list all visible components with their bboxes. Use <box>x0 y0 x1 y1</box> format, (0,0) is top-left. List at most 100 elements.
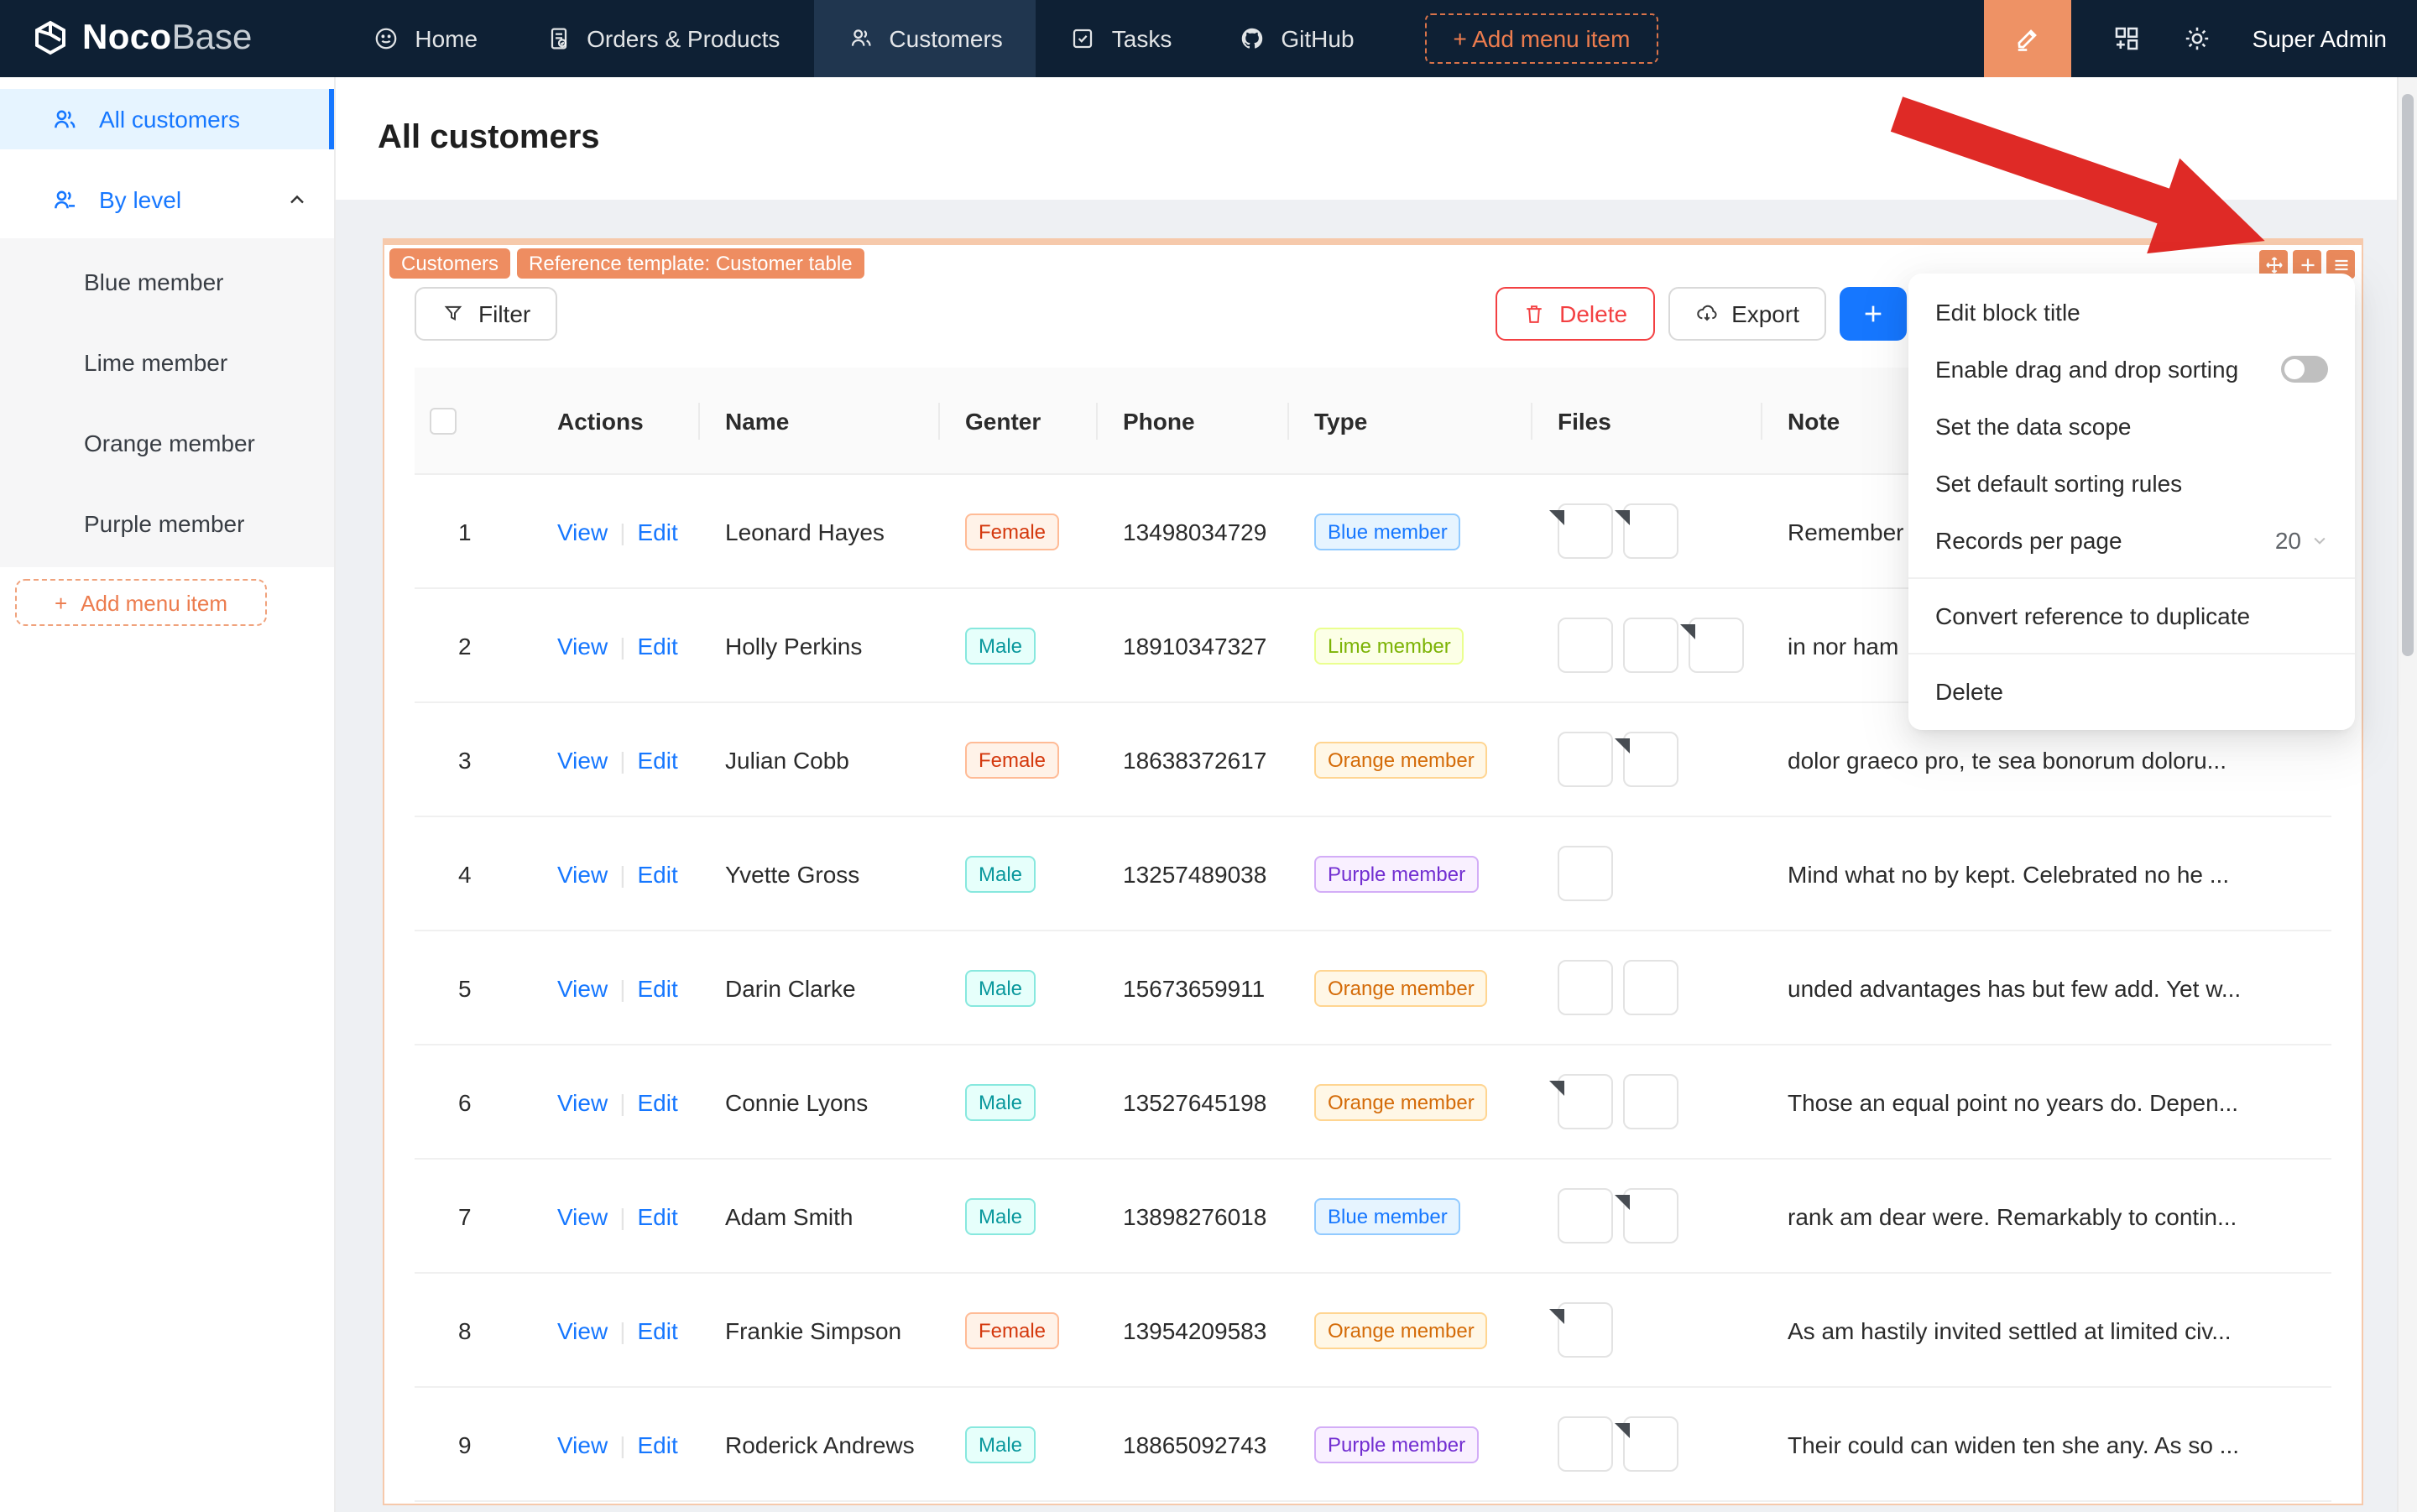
row-index: 6 <box>458 1088 472 1115</box>
pdf-file-icon[interactable] <box>1549 1302 1613 1358</box>
edit-link[interactable]: Edit <box>637 632 677 659</box>
menu-item-set-default-sorting-rules[interactable]: Set default sorting rules <box>1908 455 2355 512</box>
edit-link[interactable]: Edit <box>637 746 677 773</box>
edit-link[interactable]: Edit <box>637 1431 677 1457</box>
top-navbar: NocoBase Home Orders & Products Customers T… <box>0 0 2417 77</box>
image-thumbnail[interactable] <box>1623 1074 1678 1129</box>
tasks-icon <box>1070 25 1097 52</box>
edit-link[interactable]: Edit <box>637 518 677 545</box>
select-all-checkbox[interactable] <box>430 407 457 434</box>
view-link[interactable]: View <box>557 860 608 887</box>
image-thumbnail[interactable] <box>1558 618 1613 673</box>
view-link[interactable]: View <box>557 632 608 659</box>
image-thumbnail[interactable] <box>1623 618 1678 673</box>
menu-item-delete[interactable]: Delete <box>1908 663 2355 720</box>
pdf-file-icon[interactable] <box>1549 1074 1613 1129</box>
nav-item-label: Tasks <box>1111 25 1172 52</box>
export-label: Export <box>1731 300 1799 327</box>
name-cell: Leonard Hayes <box>725 518 885 545</box>
block-designer-labels: Customers Reference template: Customer t… <box>389 248 864 279</box>
doc-file-icon[interactable]: DOC <box>1615 503 1678 559</box>
header-type: Type <box>1287 368 1531 473</box>
pdf-file-icon[interactable] <box>1615 732 1678 787</box>
image-thumbnail[interactable] <box>1558 1188 1613 1243</box>
scrollbar-thumb[interactable] <box>2402 94 2414 656</box>
nav-item-tasks[interactable]: Tasks <box>1036 0 1206 77</box>
image-thumbnail[interactable] <box>1623 960 1678 1015</box>
note-cell: Mind what no by kept. Celebrated no he .… <box>1788 860 2230 887</box>
menu-item-enable-drag-and-drop-sorting[interactable]: Enable drag and drop sorting <box>1908 341 2355 398</box>
type-tag: Blue member <box>1314 1197 1461 1234</box>
drag-sort-toggle[interactable] <box>2281 356 2328 383</box>
actions-cell: View | Edit <box>530 1202 698 1229</box>
doc-file-icon[interactable]: DOC <box>1680 618 1744 673</box>
template-label: Reference template: Customer table <box>517 248 864 279</box>
view-link[interactable]: View <box>557 1202 608 1229</box>
sidebar-item-by-level[interactable]: By level <box>0 169 334 230</box>
edit-link[interactable]: Edit <box>637 860 677 887</box>
sidebar-item-purple-member[interactable]: Purple member <box>0 483 334 564</box>
ui-editor-button[interactable] <box>1983 0 2071 77</box>
sidebar-item-orange-member[interactable]: Orange member <box>0 403 334 483</box>
sidebar-item-blue-member[interactable]: Blue member <box>0 242 334 322</box>
settings-button[interactable] <box>2182 23 2212 54</box>
nav-item-orders-products[interactable]: Orders & Products <box>511 0 813 77</box>
type-tag: Orange member <box>1314 741 1488 778</box>
chevron-up-icon[interactable] <box>287 190 307 210</box>
nav-add-label: + Add menu item <box>1453 25 1631 52</box>
phone-cell: 13954209583 <box>1123 1316 1267 1343</box>
nav-item-github[interactable]: GitHub <box>1205 0 1387 77</box>
delete-button[interactable]: Delete <box>1496 287 1655 341</box>
phone-cell: 13527645198 <box>1123 1088 1267 1115</box>
plugin-manager-button[interactable] <box>2112 23 2142 54</box>
menu-item-set-the-data-scope[interactable]: Set the data scope <box>1908 398 2355 455</box>
nav-item-home[interactable]: Home <box>339 0 511 77</box>
image-thumbnail[interactable] <box>1558 960 1613 1015</box>
sidebar-item-lime-member[interactable]: Lime member <box>0 322 334 403</box>
app-window: NocoBase Home Orders & Products Customers T… <box>0 0 2417 1512</box>
cloud-download-icon <box>1694 302 1718 326</box>
image-thumbnail[interactable] <box>1558 1416 1613 1472</box>
plus-icon: + <box>54 590 68 615</box>
menu-item-label: Enable drag and drop sorting <box>1935 356 2239 383</box>
edit-link[interactable]: Edit <box>637 1316 677 1343</box>
view-link[interactable]: View <box>557 518 608 545</box>
menu-item-edit-block-title[interactable]: Edit block title <box>1908 284 2355 341</box>
highlighter-icon <box>2012 23 2043 54</box>
phone-cell: 18638372617 <box>1123 746 1267 773</box>
window-scrollbar[interactable] <box>2397 77 2417 1512</box>
user-menu[interactable]: Super Admin <box>2253 25 2387 52</box>
export-button[interactable]: Export <box>1668 287 1826 341</box>
sidebar-add-menu-item-button[interactable]: + Add menu item <box>15 579 267 626</box>
gender-tag: Female <box>965 741 1060 778</box>
view-link[interactable]: View <box>557 1088 608 1115</box>
edit-link[interactable]: Edit <box>637 974 677 1001</box>
nav-item-customers[interactable]: Customers <box>813 0 1036 77</box>
gender-tag: Male <box>965 627 1036 664</box>
edit-link[interactable]: Edit <box>637 1088 677 1115</box>
view-link[interactable]: View <box>557 746 608 773</box>
records-per-page-select[interactable]: 20 <box>2275 527 2328 554</box>
pdf-file-icon[interactable] <box>1549 503 1613 559</box>
view-link[interactable]: View <box>557 1431 608 1457</box>
people-icon <box>50 105 79 133</box>
doc-file-icon[interactable]: DOC <box>1615 1416 1678 1472</box>
pdf-file-icon[interactable] <box>1615 1188 1678 1243</box>
menu-item-convert-reference-to-duplicate[interactable]: Convert reference to duplicate <box>1908 587 2355 644</box>
nav-add-menu-item-button[interactable]: + Add menu item <box>1424 13 1659 64</box>
filter-button[interactable]: Filter <box>415 287 558 341</box>
sidebar-item-all-customers[interactable]: All customers <box>0 89 334 149</box>
image-thumbnail[interactable] <box>1558 732 1613 787</box>
view-link[interactable]: View <box>557 974 608 1001</box>
link-divider: | <box>619 746 626 773</box>
nocobase-logo[interactable]: NocoBase <box>0 18 252 59</box>
view-link[interactable]: View <box>557 1316 608 1343</box>
edit-link[interactable]: Edit <box>637 1202 677 1229</box>
table-row: 7 View | Edit Adam Smith Male 13898276018 Blue … <box>415 1160 2331 1274</box>
menu-item-label: Edit block title <box>1935 299 2080 326</box>
menu-item-records-per-page[interactable]: Records per page 20 <box>1908 512 2355 569</box>
gender-tag: Female <box>965 1311 1060 1348</box>
image-thumbnail[interactable] <box>1558 846 1613 901</box>
add-new-button[interactable] <box>1840 287 1907 341</box>
sidebar: All customers By level Blue member Lime m… <box>0 77 336 1512</box>
